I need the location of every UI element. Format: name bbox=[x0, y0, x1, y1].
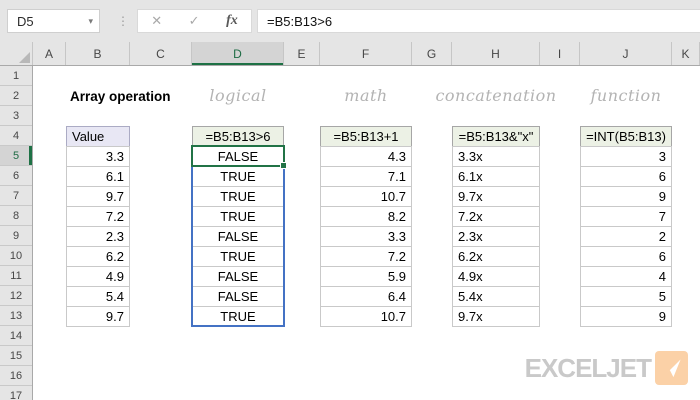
cell-J11[interactable]: 4 bbox=[580, 266, 672, 287]
cell-D11[interactable]: FALSE bbox=[192, 266, 284, 287]
cell-H5[interactable]: 3.3x bbox=[452, 146, 540, 167]
cell-D7[interactable]: TRUE bbox=[192, 186, 284, 207]
cell-J6[interactable]: 6 bbox=[580, 166, 672, 187]
cell-H6[interactable]: 6.1x bbox=[452, 166, 540, 187]
cell-D4[interactable]: =B5:B13>6 bbox=[192, 126, 284, 147]
cell-B7[interactable]: 9.7 bbox=[66, 186, 130, 207]
cell-F7[interactable]: 10.7 bbox=[320, 186, 412, 207]
cell-D5[interactable]: FALSE bbox=[192, 146, 284, 167]
worksheet-title: Array operation bbox=[70, 86, 171, 107]
cell-H9[interactable]: 2.3x bbox=[452, 226, 540, 247]
cell-B9[interactable]: 2.3 bbox=[66, 226, 130, 247]
cell-J7[interactable]: 9 bbox=[580, 186, 672, 207]
cell-B8[interactable]: 7.2 bbox=[66, 206, 130, 227]
cell-H4[interactable]: =B5:B13&"x" bbox=[452, 126, 540, 147]
fill-handle[interactable] bbox=[280, 162, 287, 169]
exceljet-logo-mark bbox=[655, 351, 688, 385]
exceljet-logo: EXCELJET bbox=[525, 351, 688, 385]
cell-J10[interactable]: 6 bbox=[580, 246, 672, 267]
cell-J8[interactable]: 7 bbox=[580, 206, 672, 227]
category-label-math: math bbox=[344, 85, 387, 107]
cell-D9[interactable]: FALSE bbox=[192, 226, 284, 247]
cell-F13[interactable]: 10.7 bbox=[320, 306, 412, 327]
cell-D10[interactable]: TRUE bbox=[192, 246, 284, 267]
paper-plane-icon bbox=[660, 356, 684, 380]
cell-D13[interactable]: TRUE bbox=[192, 306, 284, 327]
cell-B4[interactable]: Value bbox=[66, 126, 130, 147]
cell-J4[interactable]: =INT(B5:B13) bbox=[580, 126, 672, 147]
cell-F9[interactable]: 3.3 bbox=[320, 226, 412, 247]
cell-B13[interactable]: 9.7 bbox=[66, 306, 130, 327]
cell-F5[interactable]: 4.3 bbox=[320, 146, 412, 167]
category-label-logical: logical bbox=[209, 85, 266, 107]
excel-window: D5 ▾ ⋮ ✕ ✓ fx =B5:B13>6 ABCDEFGHIJK 1234… bbox=[0, 0, 700, 400]
cell-D8[interactable]: TRUE bbox=[192, 206, 284, 227]
cell-J13[interactable]: 9 bbox=[580, 306, 672, 327]
cell-B12[interactable]: 5.4 bbox=[66, 286, 130, 307]
cell-J12[interactable]: 5 bbox=[580, 286, 672, 307]
cell-F10[interactable]: 7.2 bbox=[320, 246, 412, 267]
cell-J5[interactable]: 3 bbox=[580, 146, 672, 167]
cell-F11[interactable]: 5.9 bbox=[320, 266, 412, 287]
cell-B11[interactable]: 4.9 bbox=[66, 266, 130, 287]
cell-H8[interactable]: 7.2x bbox=[452, 206, 540, 227]
cell-B5[interactable]: 3.3 bbox=[66, 146, 130, 167]
cell-F12[interactable]: 6.4 bbox=[320, 286, 412, 307]
cell-D6[interactable]: TRUE bbox=[192, 166, 284, 187]
category-label-concatenation: concatenation bbox=[435, 85, 556, 107]
cell-F8[interactable]: 8.2 bbox=[320, 206, 412, 227]
cell-H12[interactable]: 5.4x bbox=[452, 286, 540, 307]
cell-H7[interactable]: 9.7x bbox=[452, 186, 540, 207]
cell-B6[interactable]: 6.1 bbox=[66, 166, 130, 187]
cell-F6[interactable]: 7.1 bbox=[320, 166, 412, 187]
category-label-function: function bbox=[591, 85, 662, 107]
sheet-canvas[interactable]: Array operation logical math concatenation… bbox=[0, 0, 700, 400]
cell-H13[interactable]: 9.7x bbox=[452, 306, 540, 327]
cell-D12[interactable]: FALSE bbox=[192, 286, 284, 307]
cell-H11[interactable]: 4.9x bbox=[452, 266, 540, 287]
cell-J9[interactable]: 2 bbox=[580, 226, 672, 247]
cell-B10[interactable]: 6.2 bbox=[66, 246, 130, 267]
exceljet-logo-text: EXCELJET bbox=[525, 353, 651, 384]
cell-H10[interactable]: 6.2x bbox=[452, 246, 540, 267]
cell-F4[interactable]: =B5:B13+1 bbox=[320, 126, 412, 147]
